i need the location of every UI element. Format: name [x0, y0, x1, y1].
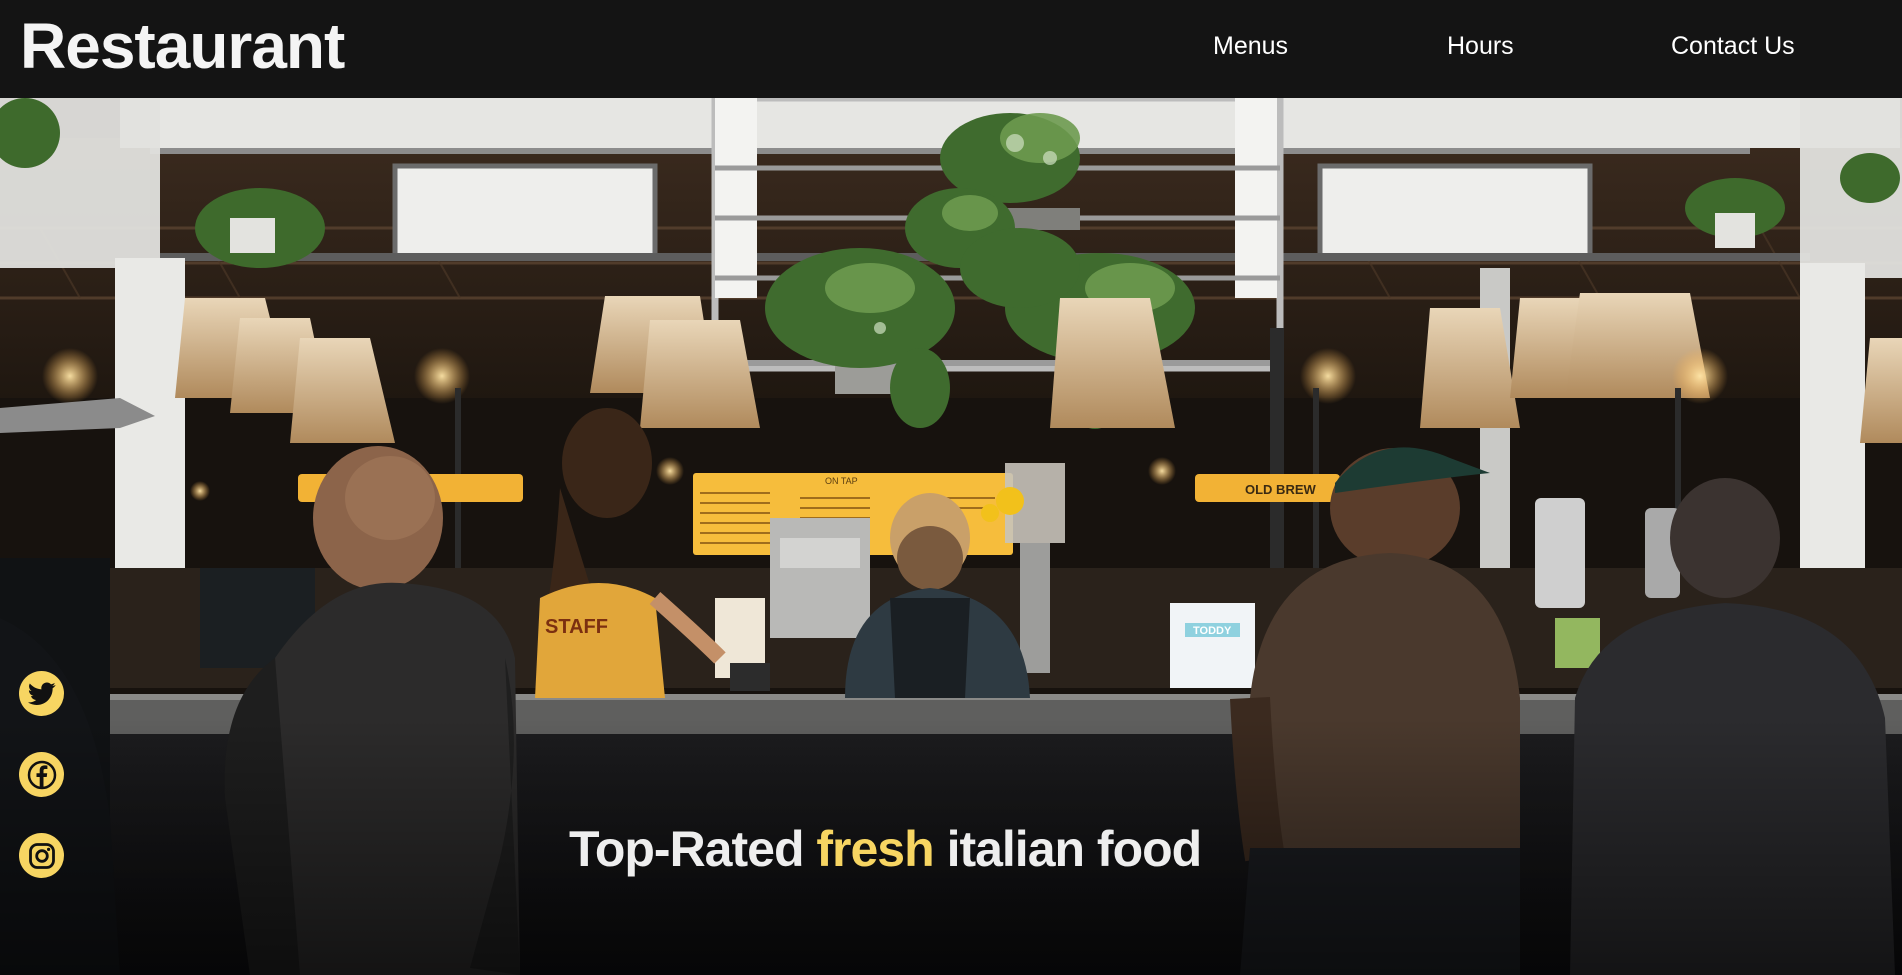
- nav-link-contact-us[interactable]: Contact Us: [1671, 34, 1795, 59]
- twitter-button[interactable]: [19, 671, 64, 716]
- tagline-prefix: Top-Rated: [569, 821, 804, 877]
- nav-link-hours[interactable]: Hours: [1447, 34, 1514, 59]
- menu-board-label: ON TAP: [825, 476, 858, 486]
- cold-brew-sign: OLD BREW: [1245, 482, 1317, 497]
- instagram-button[interactable]: [19, 833, 64, 878]
- brand-logo-text[interactable]: Restaurant: [20, 14, 345, 78]
- top-navbar: Restaurant Menus Hours Contact Us: [0, 0, 1902, 98]
- tagline-suffix: italian food: [946, 821, 1203, 877]
- facebook-icon: [27, 760, 56, 789]
- tagline-highlight: fresh: [816, 821, 934, 877]
- nav-link-menus[interactable]: Menus: [1213, 34, 1288, 59]
- staff-shirt-text: STAFF: [545, 616, 608, 638]
- container-label: TODDY: [1193, 625, 1232, 637]
- facebook-button[interactable]: [19, 752, 64, 797]
- instagram-icon: [28, 842, 55, 869]
- twitter-icon: [27, 681, 56, 705]
- page: Restaurant Menus Hours Contact Us OLD BR…: [0, 0, 1902, 975]
- hero-tagline: Top-Rated fresh italian food: [569, 820, 1203, 878]
